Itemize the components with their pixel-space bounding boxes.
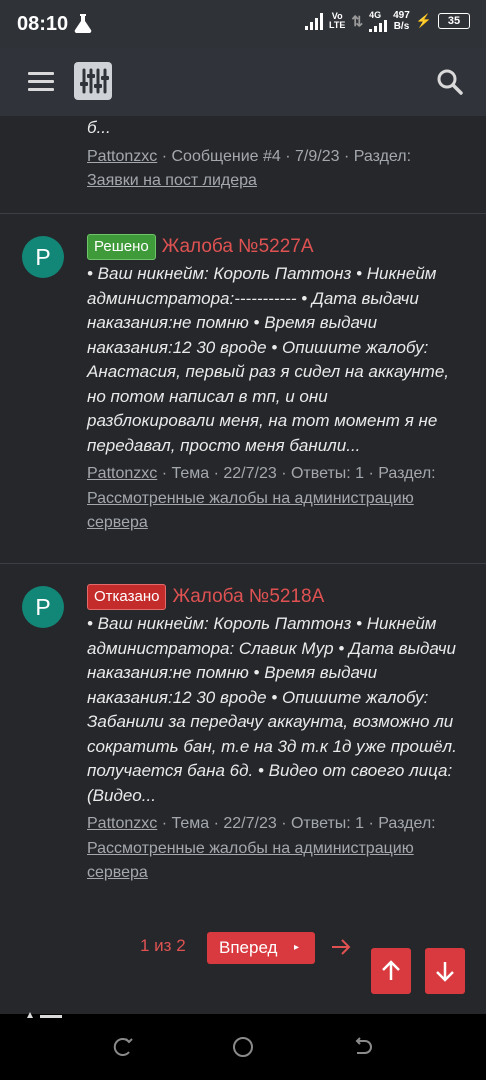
result-meta: Pattonzxc · Тема · 22/7/23 · Ответы: 1 ·…: [87, 812, 460, 886]
status-time: 08:10: [17, 13, 69, 35]
data-arrows-icon: ⇅: [351, 13, 364, 29]
result-title-row: Отказано Жалоба №5218А: [87, 583, 460, 611]
next-page-label: Вперед: [219, 938, 278, 957]
net-speed: 497 B/s: [393, 10, 410, 32]
net-speed-unit: B/s: [393, 21, 410, 32]
battery-icon: 35: [438, 13, 470, 29]
pagination: 1 из 2 Вперед ▸: [0, 910, 486, 1014]
home-icon[interactable]: [232, 1036, 254, 1058]
result-item[interactable]: P Отказано Жалоба №5218А • Ваш никнейм: …: [0, 564, 486, 912]
result-snippet[interactable]: • Ваш никнейм: Король Паттонз • Никнейм …: [87, 612, 460, 808]
status-icons: Vo LTE ⇅ 4G 497 B/s ⚡ 35: [305, 10, 470, 32]
flask-icon: [74, 14, 92, 33]
charging-icon: ⚡: [415, 13, 432, 28]
result-meta: Pattonzxc · Тема · 22/7/23 · Ответы: 1 ·…: [87, 462, 460, 536]
app-bar: [0, 48, 486, 116]
result-meta: Pattonzxc · Сообщение #4 · 7/9/23 · Разд…: [87, 145, 460, 194]
thread-title[interactable]: Жалоба №5218А: [172, 586, 324, 608]
section-link[interactable]: Заявки на пост лидера: [87, 172, 257, 189]
result-item[interactable]: б... Pattonzxc · Сообщение #4 · 7/9/23 ·…: [0, 116, 486, 214]
chevron-right-icon: ▸: [293, 942, 299, 953]
thread-title[interactable]: Жалоба №5227А: [162, 236, 314, 258]
result-item[interactable]: P Решено Жалоба №5227А • Ваш никнейм: Ко…: [0, 214, 486, 564]
author-link[interactable]: Pattonzxc: [87, 815, 157, 832]
status-bar: 08:10 Vo LTE ⇅ 4G 497 B/s ⚡ 35: [0, 0, 486, 48]
section-link[interactable]: Рассмотренные жалобы на администрацию се…: [87, 490, 414, 532]
arrow-down-icon: [436, 962, 454, 982]
avatar[interactable]: P: [22, 586, 64, 628]
result-title-row: Решено Жалоба №5227А: [87, 233, 460, 261]
volte-indicator: Vo LTE: [329, 12, 345, 30]
search-results: б... Pattonzxc · Сообщение #4 · 7/9/23 ·…: [0, 116, 486, 912]
sliders-icon[interactable]: [74, 62, 112, 100]
author-link[interactable]: Pattonzxc: [87, 148, 157, 165]
signal-icon-2: [369, 19, 388, 32]
author-link[interactable]: Pattonzxc: [87, 465, 157, 482]
status-badge: Отказано: [87, 584, 167, 610]
next-page-button[interactable]: Вперед ▸: [207, 932, 315, 964]
result-meta-text: · Сообщение #4 · 7/9/23 · Раздел:: [157, 147, 412, 165]
net-speed-value: 497: [393, 10, 410, 21]
result-snippet[interactable]: б...: [87, 116, 460, 141]
search-icon[interactable]: [436, 68, 464, 96]
arrow-right-icon[interactable]: [330, 936, 352, 958]
hamburger-icon[interactable]: [28, 72, 54, 92]
avatar[interactable]: P: [22, 236, 64, 278]
section-link[interactable]: Рассмотренные жалобы на администрацию се…: [87, 840, 414, 882]
network-4g: 4G: [369, 9, 382, 20]
page-count[interactable]: 1 из 2: [140, 936, 186, 956]
footer-peek-icon: [27, 1012, 62, 1018]
system-nav-bar: [0, 1012, 486, 1080]
recents-icon[interactable]: [111, 1036, 133, 1058]
result-snippet[interactable]: • Ваш никнейм: Король Паттонз • Никнейм …: [87, 262, 460, 458]
result-meta-text: · Тема · 22/7/23 · Ответы: 1 · Раздел:: [157, 815, 436, 832]
arrow-up-icon: [382, 960, 400, 980]
result-meta-text: · Тема · 22/7/23 · Ответы: 1 · Раздел:: [157, 465, 436, 482]
signal-icon: [305, 12, 324, 30]
scroll-top-button[interactable]: [371, 948, 411, 994]
volte-lte: LTE: [329, 20, 346, 30]
status-badge: Решено: [87, 234, 156, 260]
back-icon[interactable]: [353, 1036, 375, 1058]
scroll-bottom-button[interactable]: [425, 948, 465, 994]
